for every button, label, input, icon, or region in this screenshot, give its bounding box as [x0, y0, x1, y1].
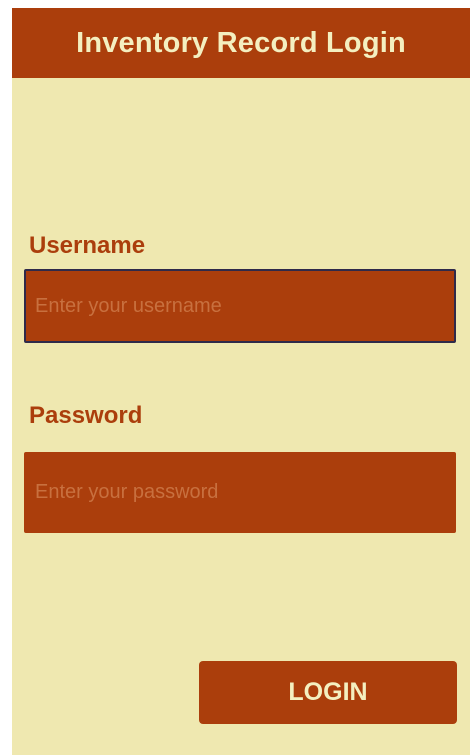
app-header: Inventory Record Login: [12, 8, 470, 78]
login-page: Inventory Record Login Username Password…: [12, 8, 470, 755]
page-title: Inventory Record Login: [76, 26, 406, 59]
login-button[interactable]: LOGIN: [199, 661, 457, 724]
username-input[interactable]: [24, 269, 456, 343]
password-input[interactable]: [24, 452, 456, 533]
password-label: Password: [29, 402, 143, 429]
username-label: Username: [29, 232, 146, 259]
